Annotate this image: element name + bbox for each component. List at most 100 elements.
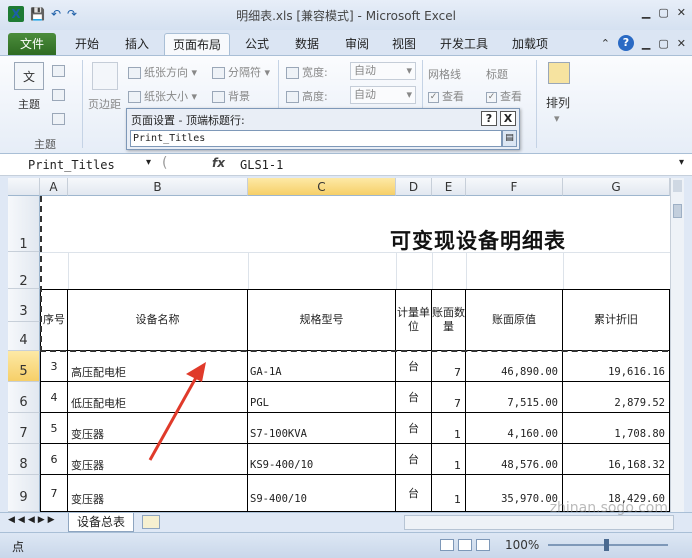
cell-seq[interactable]: 3 [40, 351, 68, 382]
col-header-c[interactable]: C [248, 178, 396, 196]
page-break-view-icon[interactable] [476, 539, 490, 551]
sheet-nav-icon[interactable]: ◀◀◀▶▶ [8, 515, 58, 525]
cell-model[interactable]: GA-1A [248, 351, 396, 382]
col-header-g[interactable]: G [563, 178, 670, 196]
cell-unit[interactable]: 台 [396, 351, 432, 382]
cell-orig[interactable]: 35,970.00 [466, 475, 563, 512]
formula-input[interactable]: GLS1-1 [240, 156, 283, 174]
themes-button[interactable]: 主题 [18, 96, 40, 112]
row-header-1[interactable]: 1 [8, 196, 40, 252]
minimize-ribbon-icon[interactable]: ⌃ [601, 37, 610, 50]
cell-orig[interactable]: 4,160.00 [466, 413, 563, 444]
cell-seq[interactable]: 5 [40, 413, 68, 444]
tab-home[interactable]: 开始 [64, 33, 110, 55]
effects-icon[interactable] [52, 112, 68, 125]
cell-unit[interactable]: 台 [396, 444, 432, 475]
height-select[interactable]: 自动 ▾ [350, 86, 416, 104]
doc-restore-icon[interactable]: ▢ [658, 37, 668, 50]
select-all-corner[interactable] [8, 178, 40, 196]
cell-unit[interactable]: 台 [396, 413, 432, 444]
doc-close-icon[interactable]: ✕ [677, 37, 686, 50]
breaks-button[interactable]: 分隔符 ▾ [212, 64, 270, 80]
row-header-9[interactable]: 9 [8, 475, 40, 512]
sheet-tab-active[interactable]: 设备总表 [68, 513, 135, 532]
vertical-scrollbar[interactable] [670, 178, 684, 512]
tab-insert[interactable]: 插入 [114, 33, 160, 55]
headings-view-checkbox[interactable]: ✓ 查看 [486, 88, 522, 104]
insert-function-icon[interactable]: fx [212, 156, 225, 170]
width-select[interactable]: 自动 ▾ [350, 62, 416, 80]
cell-orig[interactable]: 46,890.00 [466, 351, 563, 382]
tab-formulas[interactable]: 公式 [234, 33, 280, 55]
cell-model[interactable]: S9-400/10 [248, 475, 396, 512]
tab-file[interactable]: 文件 [8, 33, 56, 55]
cell-unit[interactable]: 台 [396, 475, 432, 512]
tab-review[interactable]: 审阅 [334, 33, 380, 55]
col-header-b[interactable]: B [68, 178, 248, 196]
cell-qty[interactable]: 7 [432, 382, 466, 413]
tab-page-layout[interactable]: 页面布局 [164, 33, 230, 55]
tab-data[interactable]: 数据 [284, 33, 330, 55]
cell-model[interactable]: S7-100KVA [248, 413, 396, 444]
row-header-3[interactable]: 3 [8, 289, 40, 322]
cell-seq[interactable]: 7 [40, 475, 68, 512]
col-header-f[interactable]: F [466, 178, 563, 196]
row-header-5[interactable]: 5 [8, 351, 40, 382]
row-header-6[interactable]: 6 [8, 382, 40, 413]
print-titles-input[interactable]: Print_Titles [130, 130, 502, 147]
name-box[interactable]: Print_Titles [4, 156, 154, 174]
restore-icon[interactable]: ▢ [658, 6, 668, 19]
doc-minimize-icon[interactable]: ▁ [642, 37, 650, 50]
zoom-slider-thumb[interactable] [604, 539, 609, 551]
themes-icon[interactable]: 文 [14, 62, 44, 90]
cell-orig[interactable]: 48,576.00 [466, 444, 563, 475]
name-box-dropdown-icon[interactable]: ▾ [146, 157, 151, 168]
normal-view-icon[interactable] [440, 539, 454, 551]
expand-formula-bar-icon[interactable]: ▾ [679, 157, 684, 168]
dialog-close-button[interactable]: X [500, 111, 516, 126]
insert-sheet-icon[interactable] [142, 515, 160, 529]
cell-name[interactable]: 变压器 [68, 475, 248, 512]
margins-icon[interactable] [92, 62, 118, 90]
row-header-4[interactable]: 4 [8, 322, 40, 351]
help-icon[interactable]: ? [617, 35, 634, 51]
cell-orig[interactable]: 7,515.00 [466, 382, 563, 413]
size-button[interactable]: 纸张大小 ▾ [128, 88, 197, 104]
cell-qty[interactable]: 1 [432, 475, 466, 512]
cell-model[interactable]: KS9-400/10 [248, 444, 396, 475]
cell-model[interactable]: PGL [248, 382, 396, 413]
scroll-up-icon[interactable] [673, 180, 682, 192]
scroll-thumb[interactable] [673, 204, 682, 218]
row-header-8[interactable]: 8 [8, 444, 40, 475]
col-header-d[interactable]: D [396, 178, 432, 196]
cell-qty[interactable]: 7 [432, 351, 466, 382]
expand-dialog-icon[interactable]: ▤ [502, 130, 517, 147]
cell-seq[interactable]: 6 [40, 444, 68, 475]
col-header-a[interactable]: A [40, 178, 68, 196]
fonts-icon[interactable] [52, 88, 68, 101]
zoom-level[interactable]: 100% [505, 538, 539, 552]
arrange-icon[interactable] [548, 62, 570, 84]
tab-developer[interactable]: 开发工具 [430, 33, 498, 55]
formula-splitter-icon[interactable]: ( [162, 155, 167, 171]
cell-qty[interactable]: 1 [432, 444, 466, 475]
arrange-button[interactable]: 排列 [546, 94, 570, 111]
cell-dep[interactable]: 2,879.52 [563, 382, 670, 413]
close-icon[interactable]: ✕ [677, 6, 686, 19]
cell-dep[interactable]: 1,708.80 [563, 413, 670, 444]
orientation-button[interactable]: 纸张方向 ▾ [128, 64, 197, 80]
cell-qty[interactable]: 1 [432, 413, 466, 444]
col-header-e[interactable]: E [432, 178, 466, 196]
page-layout-view-icon[interactable] [458, 539, 472, 551]
horizontal-scrollbar[interactable] [404, 515, 674, 530]
tab-addins[interactable]: 加载项 [502, 33, 558, 55]
worksheet-grid[interactable]: A B C D E F G 1 2 3 4 5 6 7 8 9 可变现设备明细表… [8, 178, 670, 512]
tab-view[interactable]: 视图 [384, 33, 424, 55]
colors-icon[interactable] [52, 64, 68, 77]
arrange-dropdown-icon[interactable]: ▾ [554, 112, 560, 125]
margins-button[interactable]: 页边距 [88, 96, 121, 112]
cell-unit[interactable]: 台 [396, 382, 432, 413]
minimize-icon[interactable]: ▁ [642, 6, 650, 19]
gridlines-view-checkbox[interactable]: ✓ 查看 [428, 88, 464, 104]
cell-dep[interactable]: 16,168.32 [563, 444, 670, 475]
